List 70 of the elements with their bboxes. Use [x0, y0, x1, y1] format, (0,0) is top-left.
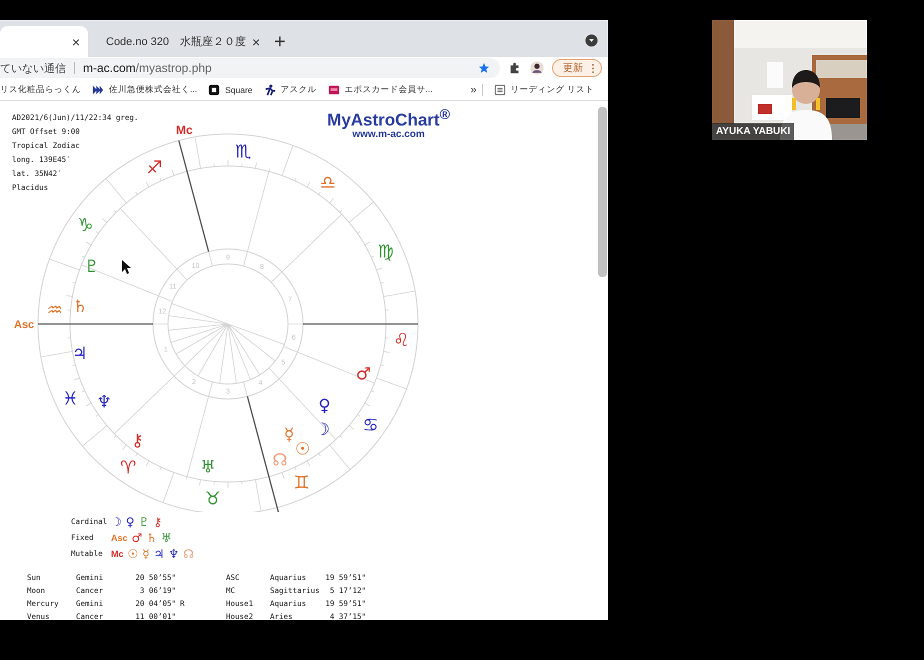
- planet-glyph: ⚷: [131, 430, 144, 451]
- more-bookmarks-button[interactable]: »: [470, 84, 477, 96]
- bookmark-star-icon[interactable]: [478, 62, 490, 74]
- participant-name: AYUKA YABUKI: [712, 123, 794, 140]
- bookmark-item[interactable]: 佐川急便株式会社く...: [92, 84, 198, 96]
- zodiac-sign-glyph: ♈: [120, 458, 136, 479]
- browser-tab[interactable]: Code.no 320 水瓶座２０度 ×: [92, 26, 262, 57]
- planet-glyph: ☉: [295, 439, 310, 460]
- planet-glyph: ♃: [72, 344, 88, 364]
- planet-glyph: ♅: [200, 458, 216, 478]
- legend-glyph: ☽: [111, 514, 122, 528]
- avatar-icon[interactable]: [530, 61, 544, 75]
- browser-tab[interactable]: ×: [0, 26, 88, 57]
- legend-glyph: ☿: [142, 546, 150, 560]
- legend-glyph: ♀: [126, 514, 135, 528]
- tab-search-icon[interactable]: [585, 34, 598, 47]
- square-logo-icon: [208, 84, 220, 96]
- planet-glyph: ♇: [84, 257, 100, 278]
- bookmark-item[interactable]: エポスカード会員サ...: [328, 84, 433, 96]
- legend-glyph: ☉: [128, 546, 138, 560]
- menu-icon[interactable]: [591, 62, 595, 74]
- security-label: ていない通信: [0, 62, 66, 76]
- planet-glyph: ♆: [96, 392, 112, 412]
- planet-glyph: ☿: [284, 425, 294, 446]
- runner-icon: [264, 84, 276, 96]
- tab-title: Code.no 320 水瓶座２０度: [106, 34, 246, 49]
- legend-glyph: ♃: [154, 546, 164, 560]
- zodiac-sign-glyph: ♌: [393, 330, 410, 352]
- list-icon: [494, 84, 506, 96]
- zodiac-sign-glyph: ♏: [235, 142, 252, 163]
- new-tab-button[interactable]: +: [274, 32, 286, 52]
- zodiac-sign-glyph: ♓: [62, 388, 78, 410]
- zodiac-sign-glyph: ♊: [293, 472, 310, 494]
- url-text: m-ac.com/myastrop.php: [83, 61, 212, 75]
- bookmark-item[interactable]: Square: [208, 84, 253, 96]
- zodiac-sign-glyph: ♒: [46, 300, 63, 321]
- planet-glyph: ♄: [72, 296, 88, 317]
- close-tab-button[interactable]: ×: [252, 34, 260, 50]
- planet-glyph: ♂: [356, 364, 371, 384]
- legend-glyph: ♂: [132, 530, 142, 544]
- logo-text: MyAstroChart$^{®}$: [327, 107, 450, 131]
- reading-list-button[interactable]: リーディング リスト: [494, 84, 594, 96]
- legend-glyph: ♄: [146, 530, 158, 544]
- planet-glyph: ☽: [314, 420, 330, 440]
- zodiac-sign-glyph: ♑: [77, 215, 94, 236]
- stripes-icon: [92, 84, 104, 96]
- bookmark-item[interactable]: リス化粧品らっくん: [0, 84, 81, 96]
- planet-glyph: ☊: [272, 450, 288, 470]
- close-tab-button[interactable]: ×: [72, 34, 80, 50]
- legend-glyph: ⚷: [153, 514, 162, 528]
- zodiac-sign-glyph: ♋: [362, 414, 379, 436]
- legend-glyph: ♇: [138, 514, 150, 528]
- asc-label: Asc: [14, 319, 34, 331]
- bookmark-item[interactable]: アスクル: [264, 84, 317, 96]
- update-button[interactable]: 更新: [552, 59, 602, 77]
- zodiac-sign-glyph: ♐: [146, 157, 163, 178]
- planet-glyph: ♀: [318, 396, 331, 416]
- legend-glyph: Mc: [111, 548, 124, 558]
- mouse-cursor-icon: [122, 260, 131, 274]
- legend-glyph: ♅: [161, 530, 172, 544]
- card-icon: [328, 84, 340, 96]
- address-bar[interactable]: ていない通信 m-ac.com/myastrop.php: [0, 58, 500, 78]
- legend-glyph: Asc: [111, 532, 128, 542]
- logo-url: www.m-ac.com: [352, 128, 425, 140]
- legend-glyph: ♆: [168, 546, 180, 560]
- zodiac-sign-glyph: ♍: [378, 241, 394, 262]
- legend-glyph: ☊: [183, 546, 194, 560]
- zodiac-sign-glyph: ♎: [320, 172, 336, 194]
- mc-label: Mc: [176, 123, 193, 137]
- zodiac-sign-glyph: ♉: [204, 488, 221, 510]
